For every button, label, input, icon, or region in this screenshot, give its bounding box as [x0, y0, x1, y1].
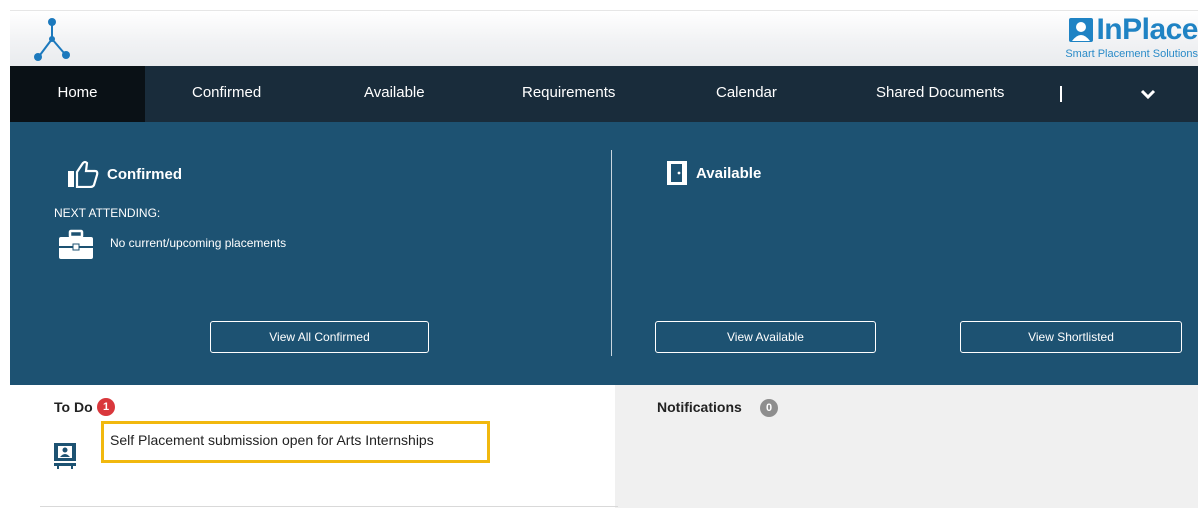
- divider-line: [40, 506, 618, 507]
- brand-logo: InPlace Smart Placement Solutions: [1048, 13, 1198, 65]
- brand-name: InPlace: [1096, 13, 1198, 46]
- nav-confirmed[interactable]: Confirmed: [192, 66, 261, 122]
- view-available-button[interactable]: View Available: [655, 321, 876, 353]
- molecule-logo-icon[interactable]: [32, 17, 72, 67]
- brand-tagline: Smart Placement Solutions: [1065, 48, 1198, 60]
- briefcase-icon: [59, 229, 93, 259]
- nav-available[interactable]: Available: [364, 66, 425, 122]
- next-attending-label: NEXT ATTENDING:: [54, 206, 161, 220]
- confirmed-header: Confirmed: [67, 160, 182, 188]
- available-title: Available: [696, 164, 762, 182]
- nav-home[interactable]: Home: [10, 66, 145, 122]
- thumbs-up-icon: [68, 160, 99, 188]
- door-icon: [667, 161, 687, 185]
- no-placements-message: No current/upcoming placements: [110, 236, 287, 250]
- panel-divider: [611, 150, 612, 356]
- view-all-confirmed-button[interactable]: View All Confirmed: [210, 321, 429, 353]
- nav-requirements[interactable]: Requirements: [522, 66, 615, 122]
- view-shortlisted-button[interactable]: View Shortlisted: [960, 321, 1182, 353]
- notifications-label: Notifications: [657, 399, 742, 415]
- todo-label: To Do: [54, 399, 93, 415]
- chevron-down-icon[interactable]: [1138, 84, 1158, 104]
- available-header: Available: [666, 160, 761, 186]
- confirmed-title: Confirmed: [107, 165, 182, 183]
- todo-count-badge: 1: [97, 398, 115, 416]
- dashboard-panel: Confirmed NEXT ATTENDING: No current/upc…: [10, 122, 1198, 385]
- nav-separator: [1060, 86, 1062, 102]
- nav-calendar[interactable]: Calendar: [716, 66, 777, 122]
- todo-item[interactable]: Self Placement submission open for Arts …: [101, 421, 490, 463]
- id-card-icon: [54, 443, 76, 469]
- nav-shared-documents[interactable]: Shared Documents: [876, 66, 1004, 122]
- person-card-icon: [1069, 18, 1094, 42]
- app-header: InPlace Smart Placement Solutions: [10, 10, 1198, 67]
- notifications-count-badge: 0: [760, 399, 778, 417]
- main-nav: Home Confirmed Available Requirements Ca…: [10, 66, 1198, 122]
